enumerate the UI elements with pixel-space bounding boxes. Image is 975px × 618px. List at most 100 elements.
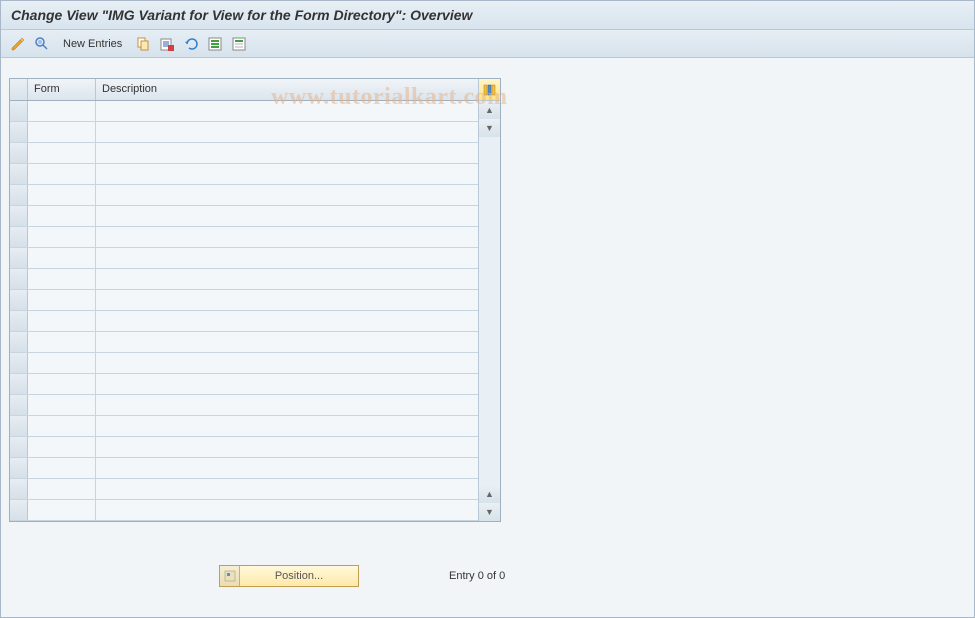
position-button[interactable]: Position... [219, 565, 359, 587]
row-selector[interactable] [10, 332, 28, 352]
cell-form[interactable] [28, 416, 96, 436]
row-selector[interactable] [10, 227, 28, 247]
cell-description[interactable] [96, 332, 478, 352]
cell-form[interactable] [28, 185, 96, 205]
cell-form[interactable] [28, 269, 96, 289]
cell-description[interactable] [96, 416, 478, 436]
new-entries-button[interactable]: New Entries [57, 36, 128, 52]
scroll-up-icon[interactable]: ▲ [479, 101, 500, 119]
scroll-down-icon[interactable]: ▼ [479, 119, 500, 137]
table-row [10, 395, 478, 416]
toggle-change-display-icon[interactable] [9, 35, 27, 53]
row-selector[interactable] [10, 248, 28, 268]
cell-description[interactable] [96, 374, 478, 394]
table-row [10, 269, 478, 290]
cell-description[interactable] [96, 479, 478, 499]
table-row [10, 185, 478, 206]
cell-description[interactable] [96, 269, 478, 289]
cell-description[interactable] [96, 206, 478, 226]
row-selector-header[interactable] [10, 79, 28, 100]
row-selector[interactable] [10, 500, 28, 520]
scroll-up-bottom-icon[interactable]: ▲ [479, 485, 500, 503]
cell-form[interactable] [28, 458, 96, 478]
cell-description[interactable] [96, 290, 478, 310]
cell-description[interactable] [96, 437, 478, 457]
select-all-icon[interactable] [206, 35, 224, 53]
row-selector[interactable] [10, 416, 28, 436]
cell-form[interactable] [28, 500, 96, 520]
copy-as-icon[interactable] [134, 35, 152, 53]
cell-form[interactable] [28, 395, 96, 415]
cell-description[interactable] [96, 353, 478, 373]
cell-form[interactable] [28, 479, 96, 499]
page-title: Change View "IMG Variant for View for th… [1, 1, 974, 30]
row-selector[interactable] [10, 437, 28, 457]
table-row [10, 290, 478, 311]
table-row [10, 122, 478, 143]
row-selector[interactable] [10, 269, 28, 289]
cell-description[interactable] [96, 164, 478, 184]
data-table: Form Description ▲ ▼ ▲ ▼ [9, 78, 501, 522]
cell-form[interactable] [28, 374, 96, 394]
row-selector[interactable] [10, 185, 28, 205]
cell-form[interactable] [28, 311, 96, 331]
cell-form[interactable] [28, 143, 96, 163]
table-settings-icon[interactable] [479, 79, 500, 101]
cell-form[interactable] [28, 437, 96, 457]
cell-description[interactable] [96, 248, 478, 268]
other-view-icon[interactable] [33, 35, 51, 53]
cell-description[interactable] [96, 143, 478, 163]
scroll-down-bottom-icon[interactable]: ▼ [479, 503, 500, 521]
row-selector[interactable] [10, 164, 28, 184]
table-row [10, 500, 478, 521]
cell-description[interactable] [96, 227, 478, 247]
cell-description[interactable] [96, 395, 478, 415]
cell-form[interactable] [28, 353, 96, 373]
table-row [10, 353, 478, 374]
cell-description[interactable] [96, 311, 478, 331]
cell-description[interactable] [96, 101, 478, 121]
table-row [10, 164, 478, 185]
application-toolbar: New Entries [1, 30, 974, 58]
undo-change-icon[interactable] [182, 35, 200, 53]
entry-counter: Entry 0 of 0 [449, 570, 505, 582]
cell-form[interactable] [28, 227, 96, 247]
row-selector[interactable] [10, 458, 28, 478]
row-selector[interactable] [10, 143, 28, 163]
column-header-form[interactable]: Form [28, 79, 96, 100]
row-selector[interactable] [10, 353, 28, 373]
cell-description[interactable] [96, 185, 478, 205]
position-label: Position... [240, 570, 358, 582]
deselect-all-icon[interactable] [230, 35, 248, 53]
cell-form[interactable] [28, 290, 96, 310]
row-selector[interactable] [10, 122, 28, 142]
delete-icon[interactable] [158, 35, 176, 53]
column-header-description[interactable]: Description [96, 79, 478, 100]
row-selector[interactable] [10, 395, 28, 415]
table-row [10, 143, 478, 164]
cell-description[interactable] [96, 122, 478, 142]
table-row [10, 206, 478, 227]
table-row [10, 227, 478, 248]
scroll-track[interactable] [479, 137, 500, 485]
cell-form[interactable] [28, 164, 96, 184]
row-selector[interactable] [10, 374, 28, 394]
cell-form[interactable] [28, 206, 96, 226]
row-selector[interactable] [10, 479, 28, 499]
cell-description[interactable] [96, 458, 478, 478]
table-row [10, 416, 478, 437]
cell-form[interactable] [28, 101, 96, 121]
cell-description[interactable] [96, 500, 478, 520]
table-header: Form Description [10, 79, 478, 101]
table-row [10, 458, 478, 479]
table-row [10, 332, 478, 353]
table-row [10, 437, 478, 458]
row-selector[interactable] [10, 311, 28, 331]
cell-form[interactable] [28, 332, 96, 352]
row-selector[interactable] [10, 206, 28, 226]
cell-form[interactable] [28, 122, 96, 142]
cell-form[interactable] [28, 248, 96, 268]
table-row [10, 311, 478, 332]
row-selector[interactable] [10, 101, 28, 121]
row-selector[interactable] [10, 290, 28, 310]
